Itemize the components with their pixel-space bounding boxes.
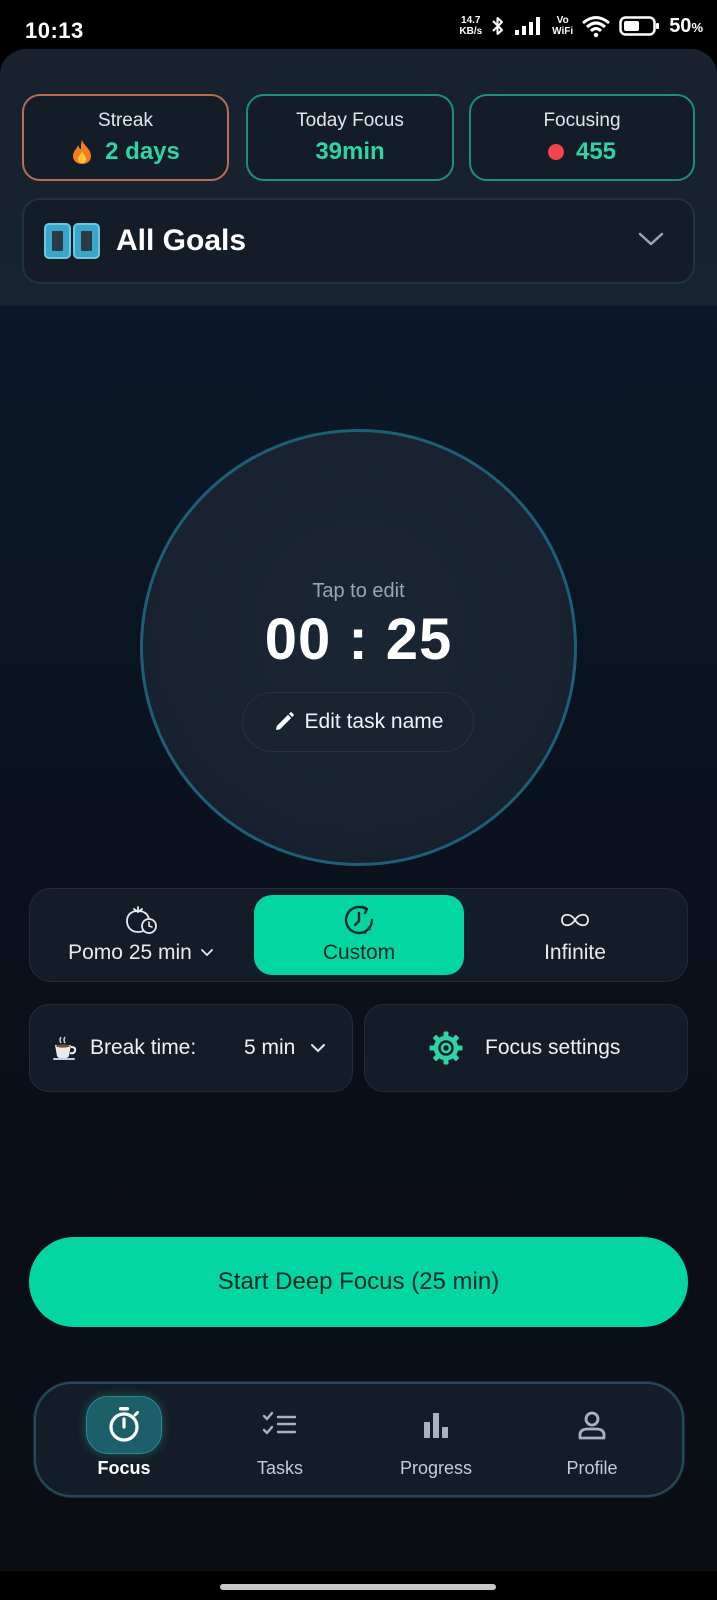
flame-icon: [73, 140, 92, 164]
mode-custom[interactable]: Custom: [254, 895, 464, 975]
battery-percentage: 50%: [669, 14, 703, 37]
tap-to-edit-hint: Tap to edit: [312, 580, 405, 602]
timer-mode-selector: Pomo 25 min Custom Infinite: [29, 888, 688, 982]
nav-item-profile[interactable]: Profile: [522, 1384, 662, 1499]
pencil-icon: [275, 712, 294, 730]
focusing-value: 455: [575, 138, 617, 165]
today-focus-value-row: 39min: [248, 138, 452, 166]
bar-chart-icon: [424, 1413, 448, 1438]
focusing-value-row: 455: [471, 138, 693, 166]
focusing-label: Focusing: [543, 110, 621, 131]
signal-icon: [515, 17, 541, 35]
focus-screen: Streak 2 days Today Focus 39min Focusing…: [0, 49, 717, 1571]
status-time: 10:13: [25, 18, 84, 43]
start-deep-focus-button[interactable]: Start Deep Focus (25 min): [29, 1237, 688, 1327]
chevron-down-icon: [200, 949, 213, 957]
today-focus-card[interactable]: Today Focus 39min: [246, 94, 454, 181]
break-time-selector[interactable]: Break time: 5 min: [29, 1004, 353, 1092]
streak-value-row: 2 days: [24, 138, 227, 166]
streak-value: 2 days: [105, 138, 180, 165]
focus-settings-label: Focus settings: [485, 1036, 621, 1059]
nav-item-focus[interactable]: Focus: [54, 1384, 194, 1499]
coffee-cup-icon: [53, 1036, 77, 1060]
stopwatch-icon: [109, 1407, 139, 1442]
nav-profile-label: Profile: [566, 1458, 618, 1478]
mode-pomo-label: Pomo 25 min: [68, 941, 192, 964]
status-bar: 10:13 14.7 KB/s Vo WiFi 50%: [0, 0, 717, 56]
edit-task-name-label: Edit task name: [304, 710, 444, 733]
tomato-timer-icon: [126, 906, 157, 934]
bluetooth-icon: [492, 17, 504, 35]
network-speed: 14.7 KB/s: [459, 15, 483, 37]
nav-item-tasks[interactable]: Tasks: [210, 1384, 350, 1499]
nav-tasks-label: Tasks: [256, 1458, 303, 1478]
checklist-icon: [262, 1411, 297, 1435]
chevron-down-icon: [638, 232, 664, 246]
chevron-down-icon: [311, 1044, 325, 1053]
person-icon: [578, 1411, 606, 1440]
break-time-label: Break time:: [90, 1036, 197, 1059]
notebooks-icon: [44, 223, 100, 259]
wifi-icon: [582, 16, 611, 38]
today-focus-value: 39min: [315, 138, 385, 165]
live-dot-icon: [547, 144, 564, 160]
nav-item-progress[interactable]: Progress: [366, 1384, 506, 1499]
mode-infinite[interactable]: Infinite: [470, 895, 680, 975]
nav-focus-label: Focus: [97, 1458, 151, 1478]
timer-value[interactable]: 00 : 25: [143, 606, 574, 673]
home-indicator[interactable]: [220, 1584, 496, 1590]
focus-settings-button[interactable]: Focus settings: [364, 1004, 688, 1092]
nav-progress-label: Progress: [399, 1458, 473, 1478]
custom-timer-icon: [344, 905, 374, 935]
focusing-card[interactable]: Focusing 455: [469, 94, 695, 181]
status-icons: 14.7 KB/s Vo WiFi 50%: [459, 14, 703, 38]
edit-task-name-button[interactable]: Edit task name: [242, 692, 474, 752]
bottom-navigation: Focus Tasks Progress Profile: [34, 1382, 684, 1497]
mode-pomo[interactable]: Pomo 25 min: [36, 895, 246, 975]
timer-dial[interactable]: Tap to edit 00 : 25 Edit task name: [140, 429, 577, 866]
today-focus-label: Today Focus: [296, 110, 404, 131]
infinity-icon: [561, 913, 589, 927]
system-navigation-bar: [0, 1571, 717, 1600]
battery-icon: [619, 16, 660, 36]
vowifi-indicator: Vo WiFi: [552, 15, 574, 37]
mode-infinite-label: Infinite: [544, 941, 606, 964]
goals-dropdown[interactable]: All Goals: [22, 198, 695, 284]
goals-title: All Goals: [116, 224, 247, 257]
mode-custom-label: Custom: [322, 941, 396, 964]
streak-label: Streak: [98, 110, 153, 131]
streak-card[interactable]: Streak 2 days: [22, 94, 229, 181]
gear-icon: [429, 1031, 463, 1065]
break-time-value: 5 min: [244, 1036, 296, 1059]
